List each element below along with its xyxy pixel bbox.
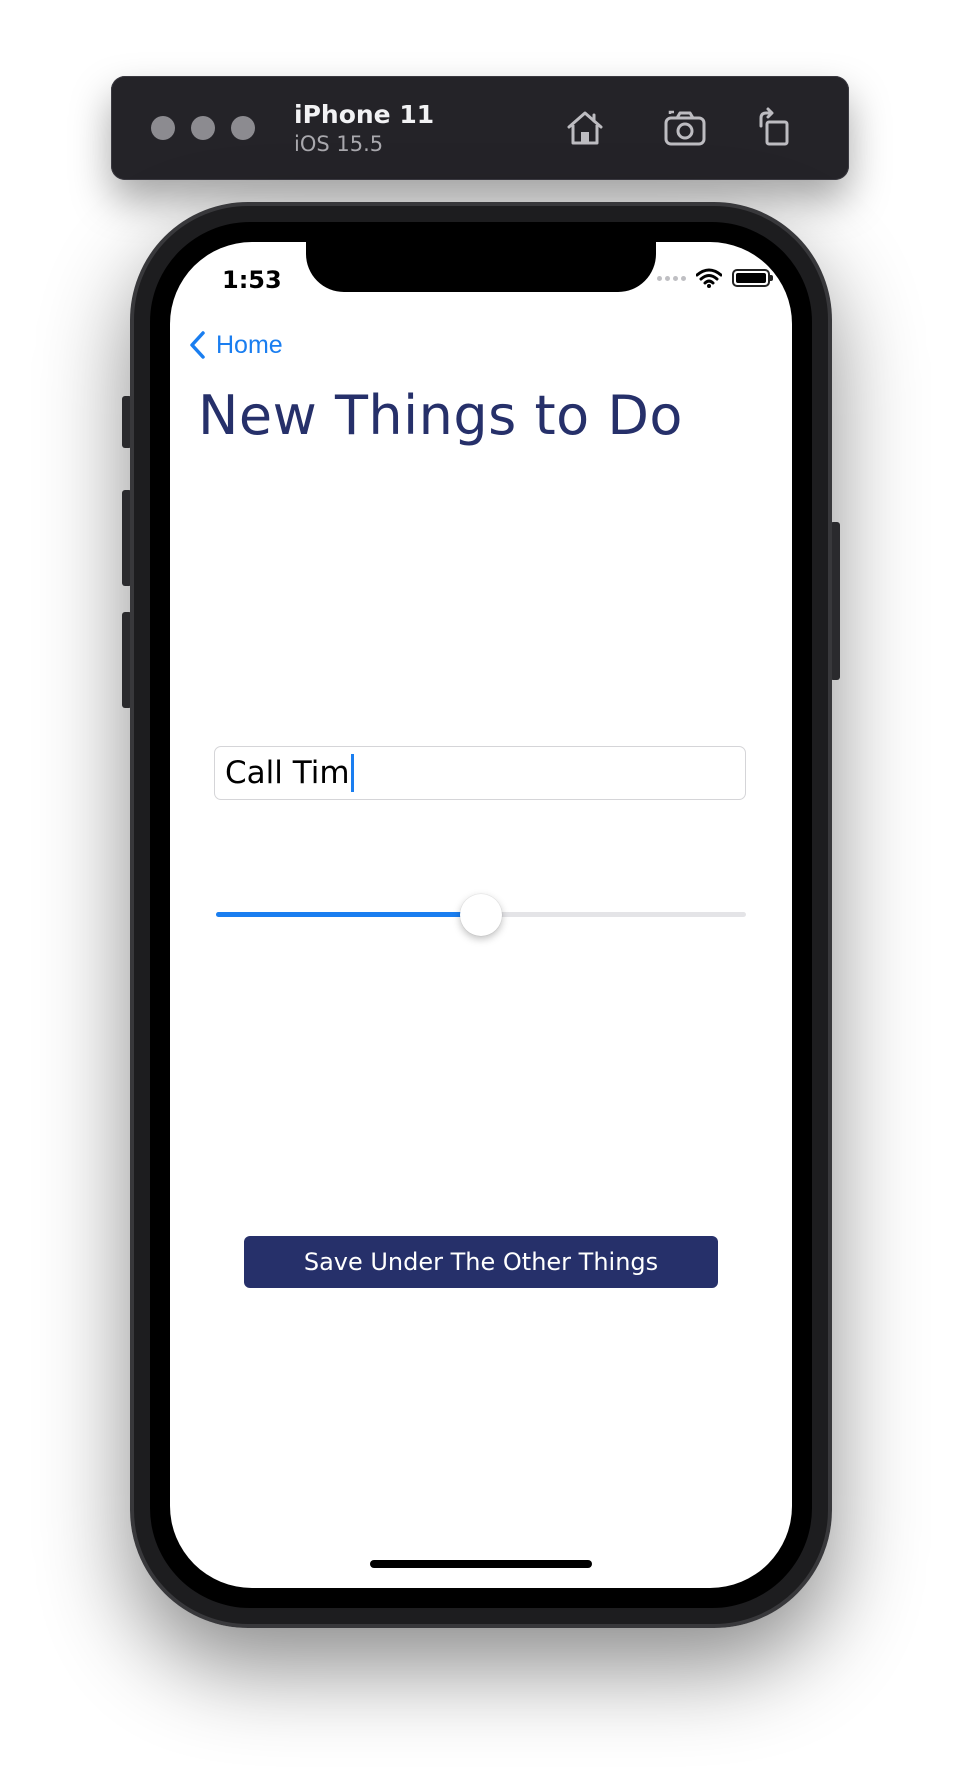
wifi-icon bbox=[696, 268, 722, 288]
save-button[interactable]: Save Under The Other Things bbox=[244, 1236, 718, 1288]
task-input-value: Call Tim bbox=[225, 755, 350, 791]
cellular-icon bbox=[657, 275, 686, 281]
notch bbox=[306, 242, 656, 292]
battery-icon bbox=[732, 269, 773, 287]
slider-thumb[interactable] bbox=[460, 894, 502, 936]
home-button[interactable] bbox=[561, 104, 609, 152]
simulator-toolbar: iPhone 11 iOS 15.5 bbox=[111, 76, 849, 180]
rotate-icon bbox=[759, 107, 789, 146]
task-input[interactable]: Call Tim bbox=[214, 746, 746, 800]
window-minimize-button[interactable] bbox=[191, 116, 215, 140]
stage: iPhone 11 iOS 15.5 1:53 Home New Things … bbox=[0, 0, 960, 1778]
home-icon bbox=[567, 111, 603, 145]
rotate-button[interactable] bbox=[751, 104, 799, 152]
home-indicator bbox=[370, 1560, 592, 1568]
chevron-left-icon bbox=[190, 331, 205, 359]
status-icons bbox=[657, 268, 773, 288]
back-label: Home bbox=[216, 330, 283, 359]
os-version: iOS 15.5 bbox=[294, 132, 384, 156]
device-name: iPhone 11 bbox=[294, 100, 435, 129]
status-time: 1:53 bbox=[222, 266, 282, 294]
screenshot-icon bbox=[664, 110, 706, 146]
screenshot-button[interactable] bbox=[661, 104, 709, 152]
back-button[interactable]: Home bbox=[188, 330, 283, 360]
priority-slider[interactable] bbox=[216, 892, 746, 936]
window-zoom-button[interactable] bbox=[231, 116, 255, 140]
slider-fill bbox=[216, 912, 481, 917]
page-title: New Things to Do bbox=[198, 384, 683, 447]
text-caret bbox=[350, 754, 354, 792]
phone-screen: 1:53 Home New Things to Do Call Tim Save… bbox=[170, 242, 792, 1588]
window-close-button[interactable] bbox=[151, 116, 175, 140]
